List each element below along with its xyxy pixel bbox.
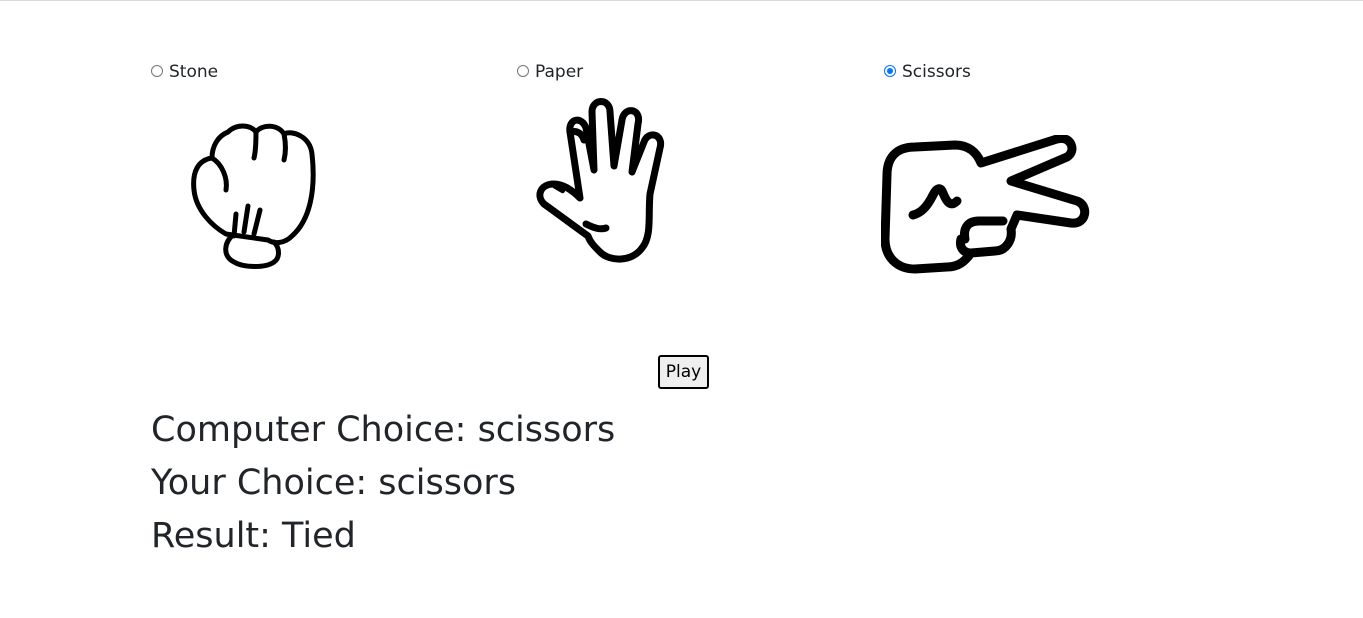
open-hand-icon[interactable]: [534, 96, 668, 264]
scissors-label: Scissors: [902, 62, 971, 82]
paper-option[interactable]: Paper: [517, 61, 583, 83]
fist-icon[interactable]: [188, 120, 320, 272]
stone-label: Stone: [169, 62, 219, 82]
paper-radio[interactable]: [517, 65, 529, 77]
stone-option[interactable]: Stone: [151, 61, 218, 83]
result-text: Result: Tied: [151, 516, 356, 556]
scissors-option[interactable]: Scissors: [884, 61, 971, 83]
computer-choice-text: Computer Choice: scissors: [151, 410, 616, 450]
scissors-radio[interactable]: [884, 65, 896, 77]
paper-label: Paper: [535, 62, 584, 82]
play-button[interactable]: Play: [658, 355, 709, 389]
scissors-hand-icon[interactable]: [881, 135, 1091, 275]
stone-radio[interactable]: [151, 65, 163, 77]
top-divider: [0, 0, 1363, 1]
your-choice-text: Your Choice: scissors: [151, 463, 517, 503]
